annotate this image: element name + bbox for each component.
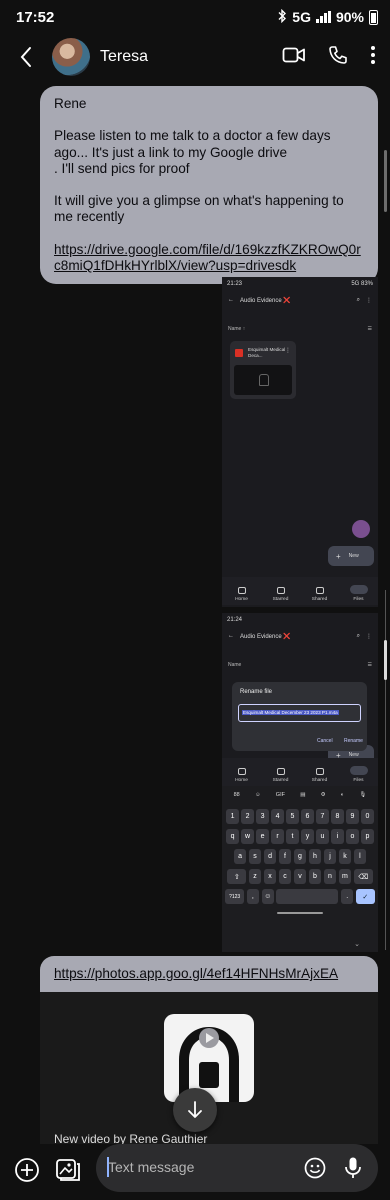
message-body-2: . I'll send pics for proof bbox=[54, 160, 190, 176]
inner-status-bar: 21:23 5G 83% bbox=[222, 277, 378, 291]
inner-search-icon: ⌕ bbox=[356, 296, 360, 303]
phone-call-button[interactable] bbox=[328, 45, 348, 70]
inner-bottom-nav: Home Starred Shared Files bbox=[222, 577, 378, 605]
bluetooth-icon bbox=[277, 8, 287, 26]
inner-nav-shared: Shared bbox=[303, 587, 337, 602]
inner-keyboard: 88 ☺ GIF ▤ ⚙ ◐ 🎙 1234567890 qwertyuiop a… bbox=[222, 786, 378, 952]
inner-file-more-icon: ⋮ bbox=[285, 348, 291, 354]
battery-icon bbox=[369, 9, 378, 25]
inner-camera-fab-icon bbox=[352, 520, 370, 538]
inner-key-row-bottom: ?123, ☺. ✓ bbox=[222, 889, 378, 904]
inner-more-icon: ⋮ bbox=[366, 297, 372, 304]
more-vertical-icon bbox=[371, 45, 375, 64]
inner-key-row-asdf: asdfghjkl bbox=[222, 849, 378, 864]
inner-toolbar-2: ← Audio Evidence ❌ ⌕ ⋮ bbox=[222, 627, 378, 645]
inner-nav-files: Files bbox=[342, 585, 376, 602]
download-arrow-icon bbox=[188, 1101, 202, 1118]
inner-key-row-qwerty: qwertyuiop bbox=[222, 829, 378, 844]
image-attachment-1[interactable]: 21:23 5G 83% ← Audio Evidence ❌ ⌕ ⋮ Name… bbox=[222, 277, 378, 607]
inner-file-type-icon bbox=[235, 349, 243, 357]
inner-rename-dialog: Rename file Esquimalt Medical December 2… bbox=[232, 682, 367, 751]
inner-list-icon: ☰ bbox=[367, 326, 372, 332]
inner-gesture-bar bbox=[277, 912, 323, 914]
gallery-icon bbox=[56, 1159, 80, 1181]
inner-nav-home: Home bbox=[225, 587, 259, 602]
inner-list-icon-2: ☰ bbox=[367, 662, 372, 668]
scroll-to-bottom-button[interactable] bbox=[173, 1088, 217, 1132]
inner-nav-files-2: Files bbox=[342, 766, 376, 783]
inner-status-bar-2: 21:24 bbox=[222, 613, 378, 627]
video-camera-icon bbox=[282, 47, 305, 62]
contact-name[interactable]: Teresa bbox=[100, 48, 282, 66]
back-arrow-icon bbox=[20, 47, 31, 67]
inner-back-icon-2: ← bbox=[228, 633, 234, 639]
network-type: 5G bbox=[292, 9, 311, 25]
message-body-1: Please listen to me talk to a doctor a f… bbox=[54, 128, 331, 160]
inner-sort-label-2: Name bbox=[228, 662, 242, 668]
inner-nav-starred: Starred bbox=[264, 587, 298, 602]
inner-file-thumbnail bbox=[234, 365, 292, 395]
inner-folder-title: Audio Evidence ❌ bbox=[240, 297, 291, 304]
status-bar: 17:52 5G 90% bbox=[0, 0, 390, 34]
inner-more-icon-2: ⋮ bbox=[366, 633, 372, 640]
inner-key-row-zxcv: ⇧ z x c v b n m ⌫ bbox=[222, 869, 378, 884]
message-body-3: It will give you a glimpse on what's hap… bbox=[54, 193, 344, 225]
microphone-icon bbox=[345, 1157, 361, 1178]
status-indicators: 5G 90% bbox=[277, 8, 378, 26]
gallery-button[interactable] bbox=[55, 1156, 81, 1187]
inner-nav-home-2: Home bbox=[225, 768, 259, 783]
phone-icon bbox=[329, 45, 347, 64]
inner-nav-shared-2: Shared bbox=[303, 768, 337, 783]
message-bubble[interactable]: Rene Please listen to me talk to a docto… bbox=[40, 86, 378, 285]
message-link[interactable]: https://drive.google.com/file/d/169kzzfK… bbox=[54, 242, 361, 273]
inner-time-2: 21:24 bbox=[227, 617, 243, 623]
inner-time: 21:23 bbox=[227, 281, 243, 287]
scrollbar-handle[interactable] bbox=[384, 640, 387, 680]
inner-keyboard-hide-icon: ⌄ bbox=[354, 941, 360, 948]
compose-bar: Text message bbox=[0, 1144, 390, 1200]
inner-sort-row-2: Name ☰ bbox=[222, 657, 378, 673]
plus-circle-icon bbox=[15, 1158, 39, 1182]
image-attachment-2[interactable]: 21:24 ← Audio Evidence ❌ ⌕ ⋮ Name ☰ + New… bbox=[222, 613, 378, 952]
voice-input-button[interactable] bbox=[344, 1156, 362, 1185]
inner-back-icon: ← bbox=[228, 297, 234, 303]
photos-app-icon bbox=[164, 1014, 254, 1102]
avatar[interactable] bbox=[52, 38, 90, 76]
inner-rename-button: Rename bbox=[344, 738, 363, 744]
inner-cancel-button: Cancel bbox=[317, 738, 333, 744]
message-input-placeholder: Text message bbox=[108, 1159, 195, 1175]
status-time: 17:52 bbox=[16, 8, 55, 26]
inner-dialog-title: Rename file bbox=[240, 689, 273, 695]
link-preview-url[interactable]: https://photos.app.goo.gl/4ef14HFNHsMrAj… bbox=[40, 956, 378, 992]
inner-new-button: + New bbox=[328, 546, 374, 566]
inner-rename-field: Esquimalt Medical December 23 2023 P1.m4… bbox=[238, 704, 361, 722]
inner-sort-label: Name ↑ bbox=[228, 326, 246, 332]
inner-toolbar: ← Audio Evidence ❌ ⌕ ⋮ bbox=[222, 291, 378, 309]
inner-key-row-numbers: 1234567890 bbox=[222, 809, 378, 824]
inner-nav-starred-2: Starred bbox=[264, 768, 298, 783]
inner-search-icon-2: ⌕ bbox=[356, 632, 360, 639]
emoji-button[interactable] bbox=[304, 1157, 326, 1184]
more-options-button[interactable] bbox=[370, 45, 376, 70]
chat-header: Teresa bbox=[0, 34, 390, 80]
emoji-icon bbox=[304, 1157, 326, 1179]
message-input[interactable]: Text message bbox=[96, 1144, 378, 1192]
scrollbar-thumb[interactable] bbox=[384, 150, 387, 212]
battery-percent: 90% bbox=[335, 9, 364, 25]
inner-keyboard-toolbar: 88 ☺ GIF ▤ ⚙ ◐ 🎙 bbox=[233, 792, 367, 798]
inner-sort-row: Name ↑ ☰ bbox=[222, 321, 378, 337]
message-greeting: Rene bbox=[54, 96, 87, 111]
video-call-button[interactable] bbox=[282, 46, 306, 69]
inner-file-card: Esquimalt Medical Deca... ⋮ bbox=[230, 341, 296, 399]
inner-status-right: 5G 83% bbox=[351, 281, 373, 287]
attach-button[interactable] bbox=[14, 1157, 40, 1188]
signal-icon bbox=[315, 11, 331, 23]
inner-bottom-nav-2: Home Starred Shared Files bbox=[222, 758, 378, 786]
back-button[interactable] bbox=[8, 34, 44, 80]
inner-folder-title-2: Audio Evidence ❌ bbox=[240, 633, 291, 640]
